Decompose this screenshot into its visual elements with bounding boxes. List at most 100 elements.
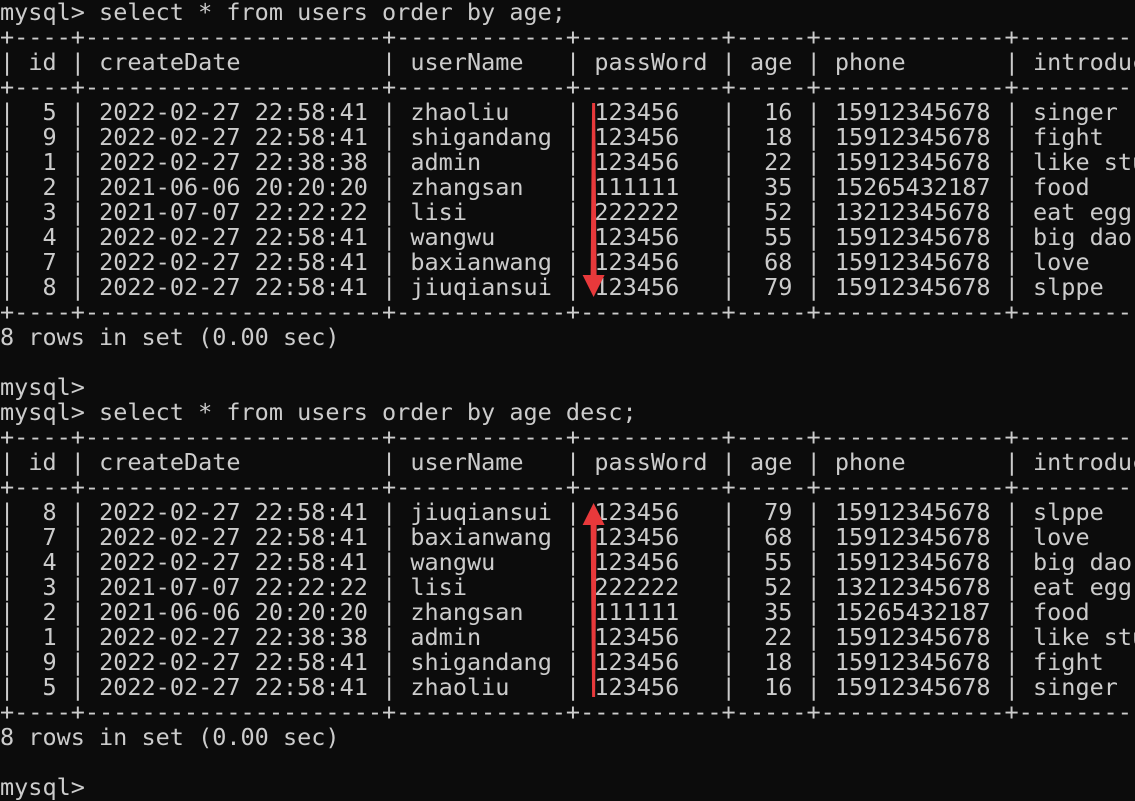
- column-separator: |: [806, 673, 821, 701]
- column-separator: |: [721, 448, 736, 476]
- column-separator: |: [806, 548, 821, 576]
- cell-pad: [1019, 673, 1033, 701]
- cell-pad: [1019, 148, 1033, 176]
- blank-line: [0, 350, 1135, 375]
- column-separator: |: [1004, 573, 1019, 601]
- cell-pad: [524, 598, 566, 626]
- table-cell-username: shigandang: [410, 648, 552, 676]
- column-separator: |: [0, 523, 15, 551]
- column-separator: |: [1004, 48, 1019, 76]
- column-separator: |: [382, 498, 397, 526]
- cell-pad: [85, 123, 99, 151]
- column-separator: |: [566, 548, 581, 576]
- column-separator: |: [70, 573, 85, 601]
- table-cell-password: 123456: [594, 273, 680, 301]
- column-separator: |: [721, 98, 736, 126]
- cell-pad: [57, 523, 71, 551]
- table-cell-phone: 15912345678: [834, 623, 991, 651]
- table-cell-username: shigandang: [410, 123, 552, 151]
- cell-pad: [679, 648, 721, 676]
- table-cell-password: 123456: [594, 498, 680, 526]
- table-cell-phone: 15912345678: [834, 523, 991, 551]
- table-border-bottom: +----+---------------------+------------…: [0, 700, 1135, 725]
- column-separator: |: [70, 223, 85, 251]
- command-line: mysql>: [0, 375, 1135, 400]
- table-cell-password: 111111: [594, 173, 680, 201]
- column-header-pad: [241, 48, 382, 76]
- column-separator: |: [806, 273, 821, 301]
- blank: [0, 348, 14, 376]
- table-cell-age: 22: [764, 148, 793, 176]
- table-cell-createdate: 2021-07-07 22:22:22: [99, 198, 368, 226]
- terminal-window[interactable]: mysql> select * from users order by age;…: [0, 0, 1135, 801]
- column-separator: |: [0, 98, 15, 126]
- cell-pad: [368, 523, 382, 551]
- column-separator: |: [0, 498, 15, 526]
- cell-pad: [792, 223, 806, 251]
- table-cell-username: lisi: [410, 573, 467, 601]
- table-cell-id: 1: [42, 148, 57, 176]
- column-separator: |: [806, 598, 821, 626]
- column-separator: |: [806, 148, 821, 176]
- column-separator: |: [1004, 248, 1019, 276]
- cell-pad: [57, 248, 71, 276]
- cell-pad: [792, 198, 806, 226]
- table-cell-username: zhaoliu: [410, 98, 510, 126]
- cell-pad: [991, 273, 1005, 301]
- cell-pad: [509, 673, 566, 701]
- cell-pad: [821, 598, 835, 626]
- cell-pad: [991, 498, 1005, 526]
- column-separator: |: [0, 223, 15, 251]
- column-separator: |: [0, 248, 15, 276]
- column-header: [821, 448, 835, 476]
- column-separator: |: [721, 248, 736, 276]
- prompt: mysql>: [0, 773, 85, 801]
- column-separator: |: [566, 223, 581, 251]
- table-cell-introduce: fight: [1033, 648, 1104, 676]
- table-cell-id: 2: [42, 173, 57, 201]
- cell-pad: [14, 98, 42, 126]
- column-separator: |: [566, 498, 581, 526]
- column-separator: |: [70, 273, 85, 301]
- column-separator: |: [721, 623, 736, 651]
- column-separator: |: [1004, 123, 1019, 151]
- column-separator: |: [806, 498, 821, 526]
- table-cell-introduce: singer: [1033, 673, 1118, 701]
- column-separator: |: [0, 573, 15, 601]
- column-separator: |: [566, 523, 581, 551]
- cell-pad: [580, 98, 594, 126]
- table-border-mid: +----+---------------------+------------…: [0, 475, 1135, 500]
- cell-pad: [679, 98, 721, 126]
- column-separator: |: [721, 148, 736, 176]
- cell-pad: [580, 123, 594, 151]
- column-header: [736, 48, 750, 76]
- cell-pad: [85, 148, 99, 176]
- cell-pad: [396, 198, 410, 226]
- cell-pad: [679, 573, 721, 601]
- table-cell-password: 123456: [594, 548, 680, 576]
- column-separator: |: [70, 48, 85, 76]
- table-cell-password: 111111: [594, 598, 680, 626]
- cell-pad: [57, 648, 71, 676]
- table-cell-createdate: 2022-02-27 22:58:41: [99, 548, 368, 576]
- column-separator: |: [0, 548, 15, 576]
- table-cell-createdate: 2022-02-27 22:58:41: [99, 498, 368, 526]
- command-line: mysql> select * from users order by age;: [0, 0, 1135, 25]
- column-header-createdate: createDate: [99, 48, 241, 76]
- table-row: | 3 | 2021-07-07 22:22:22 | lisi | 22222…: [0, 575, 1135, 600]
- cell-pad: [792, 498, 806, 526]
- table-cell-age: 68: [764, 248, 793, 276]
- cell-pad: [679, 148, 721, 176]
- column-separator: |: [0, 448, 15, 476]
- cell-pad: [821, 548, 835, 576]
- table-cell-phone: 15912345678: [834, 648, 991, 676]
- table-cell-phone: 15265432187: [834, 173, 991, 201]
- cell-pad: [396, 173, 410, 201]
- table-cell-password: 123456: [594, 148, 680, 176]
- table-cell-password: 123456: [594, 623, 680, 651]
- cell-pad: [1019, 598, 1033, 626]
- cell-pad: [821, 498, 835, 526]
- cell-pad: [679, 523, 721, 551]
- cell-pad: [1019, 623, 1033, 651]
- cell-pad: [14, 598, 42, 626]
